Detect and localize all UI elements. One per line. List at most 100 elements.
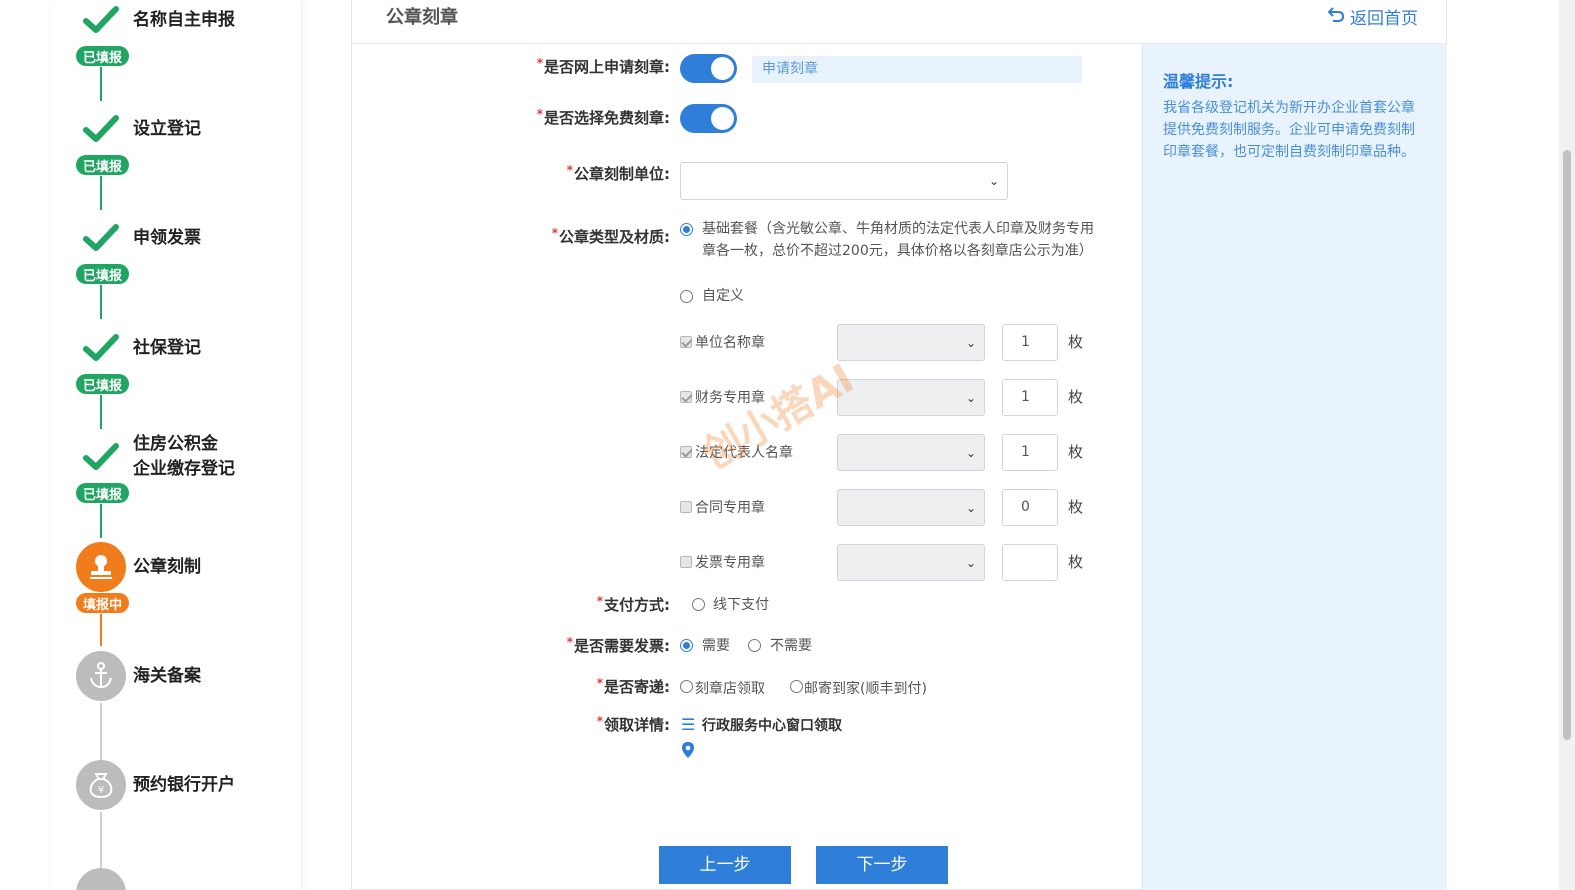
- online-apply-toggle[interactable]: [680, 54, 737, 83]
- step-connector: [100, 395, 102, 429]
- row-pickup: *领取详情: ☰ 行政服务中心窗口领取: [352, 714, 1142, 764]
- step-name-declare[interactable]: 名称自主申报 已填报: [76, 0, 296, 110]
- prev-step-button[interactable]: 上一步: [659, 846, 791, 884]
- free-seal-toggle[interactable]: [680, 104, 737, 133]
- tips-title: 温馨提示:: [1163, 72, 1234, 91]
- svg-text:¥: ¥: [98, 785, 104, 796]
- free-seal-label: *是否选择免费刻章:: [536, 107, 670, 127]
- step-label: 住房公积金: [133, 434, 218, 454]
- return-icon: [1327, 6, 1345, 27]
- payment-label: *支付方式:: [596, 594, 670, 614]
- seal-qty-input[interactable]: 1: [1002, 379, 1058, 416]
- seal-row-contract: 合同专用章 ⌄ 0 枚: [352, 489, 1142, 526]
- seal-qty-input[interactable]: 1: [1002, 434, 1058, 471]
- seal-row-finance: 财务专用章 ⌄ 1 枚: [352, 379, 1142, 416]
- chevron-down-icon: ⌄: [988, 174, 999, 188]
- invoice-no-radio[interactable]: [748, 639, 761, 652]
- status-badge: 已填报: [76, 264, 129, 284]
- offline-pay-label: 线下支付: [713, 597, 769, 613]
- page-title: 公章刻章: [386, 7, 458, 28]
- step-connector: [100, 285, 102, 319]
- check-icon: [76, 213, 126, 263]
- step-housing-fund[interactable]: 住房公积金 企业缴存登记 已填报: [76, 432, 296, 542]
- panel-header: 公章刻章 返回首页: [352, 0, 1446, 44]
- row-seal-unit: *公章刻制单位: ⌄: [352, 162, 1142, 202]
- seal-unit-text: 枚: [1068, 498, 1084, 516]
- invoice-no-label: 不需要: [770, 638, 812, 654]
- step-bank-account[interactable]: ¥ 预约银行开户: [76, 760, 296, 870]
- status-badge: 已填报: [76, 374, 129, 394]
- step-label: 设立登记: [133, 119, 201, 139]
- status-badge: 填报中: [76, 593, 129, 613]
- step-connector: [100, 703, 102, 761]
- seal-material-select[interactable]: ⌄: [837, 544, 985, 581]
- check-icon: [76, 104, 126, 154]
- pickup-value: 行政服务中心窗口领取: [702, 718, 842, 734]
- custom-radio[interactable]: [680, 290, 693, 303]
- legal-rep-seal-checkbox[interactable]: [680, 444, 692, 460]
- back-home-link[interactable]: 返回首页: [1327, 4, 1418, 29]
- seal-unit-label: *公章刻制单位:: [566, 163, 670, 183]
- seal-row-unit-name: 单位名称章 ⌄ 1 枚: [352, 324, 1142, 361]
- tips-body: 我省各级登记机关为新开办企业首套公章提供免费刻制服务。企业可申请免费刻制印章套餐…: [1163, 100, 1415, 160]
- status-badge: 已填报: [76, 483, 129, 503]
- seal-unit-text: 枚: [1068, 443, 1084, 461]
- step-connector: [100, 176, 102, 210]
- row-seal-type: *公章类型及材质: 基础套餐（含光敏公章、牛角材质的法定代表人印章及财务专用章各…: [352, 218, 1142, 308]
- seal-material-select[interactable]: ⌄: [837, 489, 985, 526]
- seal-unit-text: 枚: [1068, 553, 1084, 571]
- location-pin-icon[interactable]: [682, 742, 694, 762]
- seal-row-legal-rep: 法定代表人名章 ⌄ 1 枚: [352, 434, 1142, 471]
- unit-name-seal-checkbox[interactable]: [680, 334, 692, 350]
- step-sidebar: 名称自主申报 已填报 设立登记 已填报 申领发票 已填报 社保登记 已填报 住房…: [52, 0, 302, 890]
- step-connector: [100, 67, 102, 101]
- row-online-apply: *是否网上申请刻章: 申请刻章: [352, 52, 1142, 83]
- invoice-yes-radio[interactable]: [680, 639, 693, 652]
- finance-seal-checkbox[interactable]: [680, 389, 692, 405]
- status-badge: 已填报: [76, 155, 129, 175]
- invoice-label: *是否需要发票:: [566, 635, 670, 655]
- step-label: 海关备案: [133, 666, 201, 686]
- step-social-security[interactable]: 社保登记 已填报: [76, 323, 296, 433]
- step-seal-engraving[interactable]: 公章刻制 填报中: [76, 542, 296, 652]
- chevron-down-icon: ⌄: [965, 390, 976, 405]
- back-home-label: 返回首页: [1350, 9, 1418, 29]
- offline-pay-radio[interactable]: [692, 598, 705, 611]
- contract-seal-checkbox[interactable]: [680, 499, 692, 515]
- chevron-down-icon: ⌄: [965, 500, 976, 515]
- basic-package-label: 基础套餐（含光敏公章、牛角材质的法定代表人印章及财务专用章各一枚，总价不超过20…: [702, 221, 1094, 259]
- seal-qty-input[interactable]: 0: [1002, 489, 1058, 526]
- row-invoice: *是否需要发票: 需要 不需要: [352, 635, 1142, 657]
- next-step-circle: [76, 868, 126, 890]
- seal-icon: [76, 542, 126, 592]
- store-pickup-label: 刻章店领取: [695, 681, 765, 697]
- check-icon: [76, 323, 126, 373]
- step-label: 申领发票: [133, 228, 201, 248]
- next-step-button[interactable]: 下一步: [816, 846, 948, 884]
- seal-material-select[interactable]: ⌄: [837, 434, 985, 471]
- status-badge: 已填报: [76, 46, 129, 66]
- step-invoice[interactable]: 申领发票 已填报: [76, 213, 296, 323]
- invoice-seal-checkbox[interactable]: [680, 554, 692, 570]
- page-scrollbar[interactable]: [1559, 0, 1575, 890]
- chevron-down-icon: ⌄: [965, 445, 976, 460]
- seal-material-select[interactable]: ⌄: [837, 324, 985, 361]
- step-customs[interactable]: 海关备案: [76, 651, 296, 761]
- scroll-thumb[interactable]: [1563, 150, 1571, 740]
- step-connector: [100, 504, 102, 538]
- seal-qty-input[interactable]: 1: [1002, 324, 1058, 361]
- delivery-label: *是否寄递:: [596, 676, 670, 696]
- seal-material-select[interactable]: ⌄: [837, 379, 985, 416]
- pickup-label: *领取详情:: [596, 714, 670, 734]
- mail-home-radio[interactable]: [790, 680, 803, 693]
- basic-package-radio[interactable]: [680, 223, 693, 236]
- seal-unit-select[interactable]: ⌄: [680, 162, 1008, 200]
- store-pickup-radio[interactable]: [680, 680, 693, 693]
- step-label: 社保登记: [133, 338, 201, 358]
- step-registration[interactable]: 设立登记 已填报: [76, 104, 296, 214]
- tips-panel: 温馨提示: 我省各级登记机关为新开办企业首套公章提供免费刻制服务。企业可申请免费…: [1142, 44, 1447, 890]
- chevron-down-icon: ⌄: [965, 555, 976, 570]
- mail-home-label: 邮寄到家(顺丰到付): [804, 681, 927, 697]
- seal-qty-input[interactable]: [1002, 544, 1058, 581]
- seal-name: 发票专用章: [695, 555, 765, 571]
